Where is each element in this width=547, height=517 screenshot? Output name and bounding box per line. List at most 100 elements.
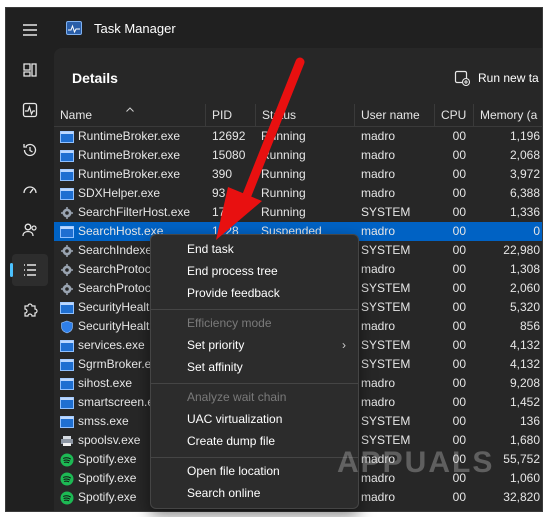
process-user: madro: [361, 129, 396, 143]
process-name: smartscreen.e: [78, 395, 155, 409]
spotify-icon: [60, 453, 74, 467]
process-user: madro: [361, 395, 396, 409]
nav-services-button[interactable]: [12, 294, 48, 326]
process-name: RuntimeBroker.exe: [78, 148, 181, 162]
process-pid: 12692: [212, 129, 246, 143]
process-name-cell: RuntimeBroker.exe: [60, 165, 200, 184]
process-user: SYSTEM: [361, 300, 411, 314]
process-memory: 1,336: [509, 205, 540, 219]
service-icon: [60, 282, 74, 296]
details-list-icon: [24, 264, 36, 276]
table-row[interactable]: RuntimeBroker.exe 12692 Running madro 00 1,19…: [54, 127, 542, 146]
process-status: Running: [261, 167, 306, 181]
process-cpu: 00: [452, 129, 466, 143]
process-name: Spotify.exe: [78, 452, 137, 466]
context-menu: End task End process tree Provide feedba…: [150, 234, 359, 509]
menu-item-end-task[interactable]: End task: [151, 239, 358, 260]
process-user: SYSTEM: [361, 205, 411, 219]
process-cpu: 00: [452, 376, 466, 390]
nav-details-button[interactable]: [10, 254, 48, 286]
watermark: APPUALS: [337, 443, 497, 483]
window-icon: [60, 149, 74, 163]
process-memory: 2,060: [509, 281, 540, 295]
process-cpu: 00: [452, 205, 466, 219]
process-user: SYSTEM: [361, 338, 411, 352]
window-icon: [60, 168, 74, 182]
process-name: SgrmBroker.ex: [78, 357, 158, 371]
task-manager-app-icon: [66, 21, 82, 35]
service-icon: [60, 244, 74, 258]
process-name: smss.exe: [78, 414, 129, 428]
process-name-cell: RuntimeBroker.exe: [60, 127, 200, 146]
chevron-right-icon: ›: [342, 338, 346, 352]
set-priority-label: Set priority: [187, 338, 245, 352]
process-pid: 390: [212, 167, 233, 181]
menu-item-provide-feedback[interactable]: Provide feedback: [151, 283, 358, 304]
process-cpu: 00: [452, 319, 466, 333]
menu-item-uac-virtualization[interactable]: UAC virtualization: [151, 409, 358, 430]
run-new-task-icon: [454, 70, 470, 86]
window-icon: [60, 358, 74, 372]
process-user: madro: [361, 262, 396, 276]
column-header-cpu[interactable]: CPU: [435, 104, 474, 126]
nav-users-button[interactable]: [12, 214, 48, 246]
window-icon: [60, 396, 74, 410]
process-cpu: 00: [452, 148, 466, 162]
process-user: madro: [361, 224, 396, 238]
process-user: madro: [361, 319, 396, 333]
process-status: Running: [261, 205, 306, 219]
process-memory: 856: [519, 319, 540, 333]
process-memory: 2,068: [509, 148, 540, 162]
process-name: sihost.exe: [78, 376, 133, 390]
process-cpu: 00: [452, 395, 466, 409]
column-header-status[interactable]: Status: [256, 104, 355, 126]
run-new-task-button[interactable]: Run new ta: [454, 66, 539, 90]
printer-icon: [60, 434, 74, 448]
table-row[interactable]: RuntimeBroker.exe 390 Running madro 00 3,972: [54, 165, 542, 184]
menu-item-search-online[interactable]: Search online: [151, 483, 358, 504]
spotify-icon: [60, 491, 74, 505]
column-header-pid[interactable]: PID: [206, 104, 256, 126]
page-header: Details Run new ta: [54, 48, 542, 104]
table-row[interactable]: RuntimeBroker.exe 15080 Running madro 00 2,06…: [54, 146, 542, 165]
column-header-memory[interactable]: Memory (a: [474, 104, 542, 126]
process-status: Running: [261, 129, 306, 143]
window-icon: [60, 377, 74, 391]
process-memory: 3,972: [509, 167, 540, 181]
window-icon: [60, 187, 74, 201]
process-memory: 4,132: [509, 338, 540, 352]
process-name: SearchFilterHost.exe: [78, 205, 191, 219]
process-memory: 0: [533, 224, 540, 238]
menu-separator: [151, 457, 358, 458]
table-row[interactable]: SearchFilterHost.exe 17 Running SYSTEM 00 1,3…: [54, 203, 542, 222]
process-name: SecurityHealth: [78, 300, 157, 314]
menu-item-create-dump-file[interactable]: Create dump file: [151, 431, 358, 452]
menu-item-set-priority[interactable]: Set priority ›: [151, 335, 358, 356]
process-name: RuntimeBroker.exe: [78, 129, 181, 143]
hamburger-menu-button[interactable]: [12, 14, 48, 46]
watermark-text: APPUALS: [337, 446, 495, 479]
menu-item-end-process-tree[interactable]: End process tree: [151, 261, 358, 282]
process-user: madro: [361, 186, 396, 200]
process-memory: 136: [519, 414, 540, 428]
page-title: Details: [72, 70, 118, 86]
process-memory: 32,820: [503, 490, 540, 504]
process-cpu: 00: [452, 262, 466, 276]
nav-startup-apps-button[interactable]: [12, 174, 48, 206]
column-header-user-name[interactable]: User name: [355, 104, 435, 126]
menu-item-set-affinity[interactable]: Set affinity: [151, 357, 358, 378]
menu-item-open-file-location[interactable]: Open file location: [151, 461, 358, 482]
process-user: madro: [361, 167, 396, 181]
process-name: Spotify.exe: [78, 471, 137, 485]
process-pid: 93: [212, 186, 226, 200]
process-cpu: 00: [452, 281, 466, 295]
nav-processes-button[interactable]: [12, 54, 48, 86]
title-bar: Task Manager: [54, 8, 542, 48]
process-user: madro: [361, 376, 396, 390]
nav-app-history-button[interactable]: [12, 134, 48, 166]
process-memory: 1,196: [509, 129, 540, 143]
services-puzzle-icon: [24, 303, 38, 317]
process-name: SDXHelper.exe: [78, 186, 161, 200]
nav-performance-button[interactable]: [12, 94, 48, 126]
table-row[interactable]: SDXHelper.exe 93 Running madro 00 6,388: [54, 184, 542, 203]
